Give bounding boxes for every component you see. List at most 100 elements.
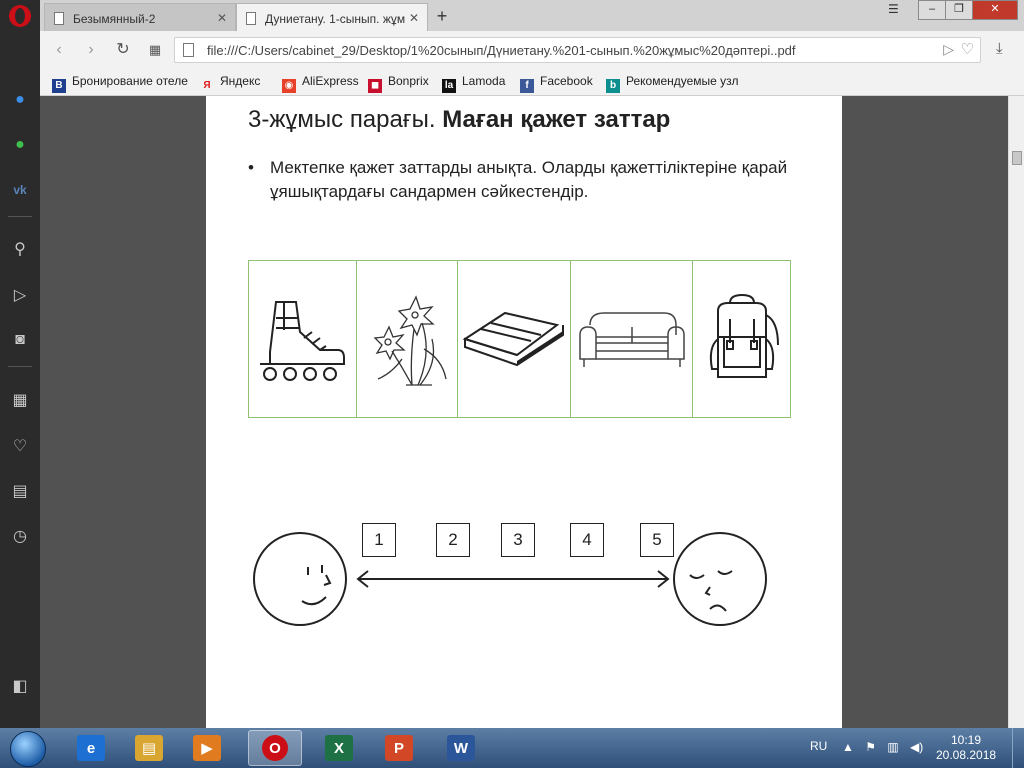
news-icon[interactable]: ▤ — [0, 477, 40, 507]
scale-number-box[interactable]: 3 — [501, 523, 535, 557]
vk-icon[interactable]: vk — [0, 175, 40, 205]
action-center-icon[interactable]: ⚑ — [865, 740, 876, 754]
tab-close-icon[interactable]: ✕ — [217, 11, 227, 25]
address-bar: ‹ › ↻ ▦ file:///C:/Users/cabinet_29/Desk… — [40, 31, 1024, 69]
backpack-picture — [693, 261, 790, 417]
start-button[interactable] — [4, 728, 52, 768]
send-icon[interactable]: ▷ — [0, 281, 40, 311]
sad-face-icon — [673, 532, 767, 626]
booking-icon: B — [52, 79, 66, 93]
word-icon: W — [447, 735, 475, 761]
close-window-button[interactable]: ✕ — [972, 0, 1018, 20]
bonprix-icon: ◼ — [368, 79, 382, 93]
bookmark-label: Bonprix — [388, 74, 429, 88]
clock[interactable]: 10:19 20.08.2018 — [936, 733, 996, 763]
speed-dial-icon[interactable]: ▦ — [0, 386, 40, 416]
window-controls: – ❐ ✕ — [918, 0, 1018, 20]
new-tab-button[interactable]: + — [432, 6, 452, 26]
opera-menu-button[interactable] — [0, 0, 40, 31]
pdf-page: 3-жұмыс парағы. Маған қажет заттар • Мек… — [206, 96, 842, 728]
url-field[interactable]: file:///C:/Users/cabinet_29/Desktop/1%20… — [174, 37, 981, 63]
taskbar-item[interactable]: ▤ — [122, 730, 176, 766]
history-icon[interactable]: ◷ — [0, 522, 40, 552]
bookmark-label: Яндекс — [220, 74, 261, 88]
title-bar: Безымянный-2 ✕ Дуниетану. 1-сынып. жұм ✕… — [0, 0, 1024, 31]
bookmark-label: Бронирование отеле — [72, 74, 188, 88]
forward-icon[interactable]: › — [80, 39, 102, 61]
bookmark-item[interactable]: B Бронирование отеле — [52, 74, 188, 93]
sidebar-divider — [8, 366, 32, 367]
flowers-picture — [357, 261, 458, 417]
opera-logo-icon — [9, 5, 31, 27]
taskbar-item[interactable]: ▶ — [180, 730, 234, 766]
language-indicator[interactable]: RU — [810, 739, 827, 753]
pdf-viewer: 3-жұмыс парағы. Маған қажет заттар • Мек… — [40, 96, 1008, 728]
scale-number-box[interactable]: 1 — [362, 523, 396, 557]
taskbar-item[interactable]: W — [434, 730, 488, 766]
scale-number-box[interactable]: 5 — [640, 523, 674, 557]
bookmark-label: Рекомендуемые узл — [626, 74, 739, 88]
opera-icon: O — [262, 735, 288, 761]
file-explorer-icon: ▤ — [135, 735, 163, 761]
sidebar-toggle-icon[interactable]: ◧ — [0, 672, 40, 702]
bookmark-heart-icon[interactable]: ♡ — [961, 40, 974, 58]
scroll-thumb[interactable] — [1012, 151, 1022, 165]
bookmark-label: Facebook — [540, 74, 593, 88]
camera-icon[interactable]: ◙ — [0, 325, 40, 355]
tab-menu-icon[interactable]: ☰ — [888, 2, 899, 16]
url-text: file:///C:/Users/cabinet_29/Desktop/1%20… — [207, 43, 796, 58]
page-icon — [183, 43, 194, 57]
messenger-icon[interactable]: ● — [0, 85, 40, 115]
vertical-scrollbar[interactable] — [1008, 96, 1024, 728]
heart-icon[interactable]: ♡ — [0, 432, 40, 462]
bookmark-item[interactable]: ◉ AliExpress — [282, 74, 359, 93]
bookmarks-bar: B Бронирование отеле Я Яндекс ◉ AliExpress ◼ Bo… — [40, 69, 1024, 96]
bookmark-item[interactable]: la Lamoda — [442, 74, 505, 93]
internet-explorer-icon: e — [77, 735, 105, 761]
scale-number-box[interactable]: 4 — [570, 523, 604, 557]
taskbar-item[interactable]: X — [312, 730, 366, 766]
sofa-icon — [579, 312, 685, 367]
search-icon[interactable]: ⚲ — [0, 235, 40, 265]
maximize-button[interactable]: ❐ — [945, 0, 973, 20]
whatsapp-icon[interactable]: ● — [0, 130, 40, 160]
bookmark-label: Lamoda — [462, 74, 506, 88]
network-icon[interactable]: ▥ — [887, 740, 898, 754]
tab-untitled[interactable]: Безымянный-2 ✕ — [44, 3, 236, 31]
taskbar-item[interactable]: O — [248, 730, 302, 766]
roller-skates-icon — [260, 301, 346, 381]
bing-icon: b — [606, 79, 620, 93]
minimize-button[interactable]: – — [918, 0, 946, 20]
show-desktop-button[interactable] — [1012, 728, 1024, 768]
download-icon[interactable]: ⤓ — [996, 40, 1003, 57]
tab-close-icon[interactable]: ✕ — [409, 11, 419, 25]
backpack-icon — [709, 293, 779, 378]
windows-taskbar: e ▤ ▶ O X P W RU ▲ ⚑ ▥ ◀) 10:19 20.08.2018 — [0, 728, 1024, 768]
flowers-icon — [373, 295, 447, 386]
reload-icon[interactable]: ↻ — [112, 39, 134, 61]
back-icon[interactable]: ‹ — [48, 39, 70, 61]
send-icon[interactable]: ▷ — [943, 41, 954, 58]
speed-dial-icon[interactable]: ▦ — [144, 39, 166, 61]
document-icon — [246, 12, 256, 25]
bookmark-item[interactable]: b Рекомендуемые узл — [606, 74, 739, 93]
pictures-table — [248, 260, 791, 418]
system-tray: ▲ ⚑ ▥ ◀) — [842, 740, 931, 754]
bookmark-item[interactable]: ◼ Bonprix — [368, 74, 429, 93]
clock-time: 10:19 — [950, 733, 982, 747]
volume-icon[interactable]: ◀) — [910, 740, 923, 754]
tab-pdf[interactable]: Дуниетану. 1-сынып. жұм ✕ — [236, 3, 428, 31]
taskbar-item[interactable]: P — [372, 730, 426, 766]
happy-face-icon — [253, 532, 347, 626]
powerpoint-icon: P — [385, 735, 413, 761]
lamoda-icon: la — [442, 79, 456, 93]
taskbar-item[interactable]: e — [64, 730, 118, 766]
rating-scale: 1 2 3 4 5 — [246, 521, 786, 631]
show-hidden-icons-icon[interactable]: ▲ — [842, 740, 854, 754]
sofa-picture — [571, 261, 694, 417]
bookmark-item[interactable]: f Facebook — [520, 74, 593, 93]
scale-number-box[interactable]: 2 — [436, 523, 470, 557]
bookmark-item[interactable]: Я Яндекс — [200, 74, 260, 93]
bullet-icon: • — [248, 158, 254, 177]
aliexpress-icon: ◉ — [282, 79, 296, 93]
